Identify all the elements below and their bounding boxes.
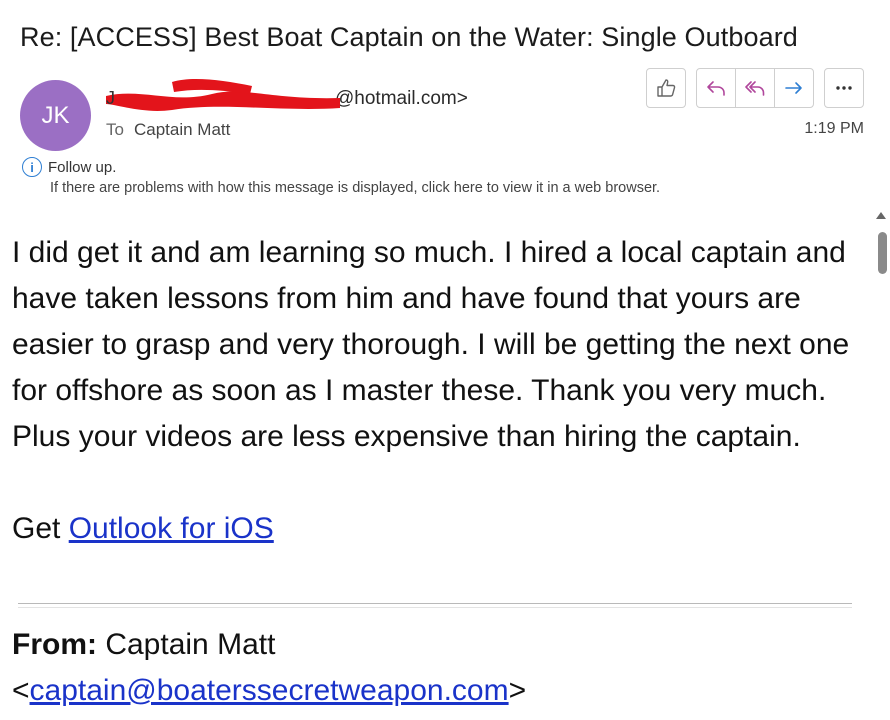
from-name: Captain Matt [97, 628, 276, 661]
sent-time: 1:19 PM [804, 120, 864, 137]
vertical-scrollbar[interactable] [872, 210, 890, 720]
info-icon: i [22, 157, 42, 177]
scroll-up-arrow-icon[interactable] [876, 212, 886, 219]
message-body: I did get it and am learning so much. I … [12, 230, 872, 552]
from-label: From: [12, 628, 97, 661]
reply-button[interactable] [696, 68, 736, 108]
info-bar: i Follow up. If there are problems with … [22, 157, 660, 196]
signature-line: Get Outlook for iOS [12, 506, 872, 552]
email-subject: Re: [ACCESS] Best Boat Captain on the Wa… [20, 22, 798, 52]
to-label: To [106, 120, 124, 139]
reply-all-icon [745, 81, 765, 96]
reply-all-button[interactable] [735, 68, 775, 108]
view-in-browser-link[interactable]: If there are problems with how this mess… [50, 180, 660, 196]
message-actions [646, 68, 864, 108]
from-email-link[interactable]: captain@boaterssecretweapon.com [30, 674, 509, 707]
redaction-mark: J [106, 79, 340, 111]
forward-button[interactable] [774, 68, 814, 108]
body-paragraph: I did get it and am learning so much. I … [12, 236, 850, 453]
quote-divider [18, 603, 852, 608]
avatar-initials: JK [41, 101, 70, 129]
get-prefix: Get [12, 512, 69, 545]
recipient-line: To Captain Matt [106, 120, 230, 140]
followup-flag-text: Follow up. [48, 158, 117, 176]
scroll-thumb[interactable] [878, 232, 887, 274]
like-button[interactable] [646, 68, 686, 108]
forward-icon [785, 82, 802, 94]
svg-text:J: J [106, 88, 115, 108]
reply-icon [707, 81, 725, 96]
more-icon [836, 86, 852, 90]
sender-avatar[interactable]: JK [20, 80, 91, 151]
outlook-ios-link[interactable]: Outlook for iOS [69, 512, 274, 545]
angle-close: > [508, 674, 527, 707]
sender-domain: @hotmail.com> [335, 88, 468, 109]
thumbs-up-icon [657, 79, 676, 97]
angle-open: < [12, 674, 30, 707]
recipient-name[interactable]: Captain Matt [134, 120, 230, 139]
quoted-header: From: Captain Matt <captain@boaterssecre… [12, 622, 526, 714]
more-actions-button[interactable] [824, 68, 864, 108]
